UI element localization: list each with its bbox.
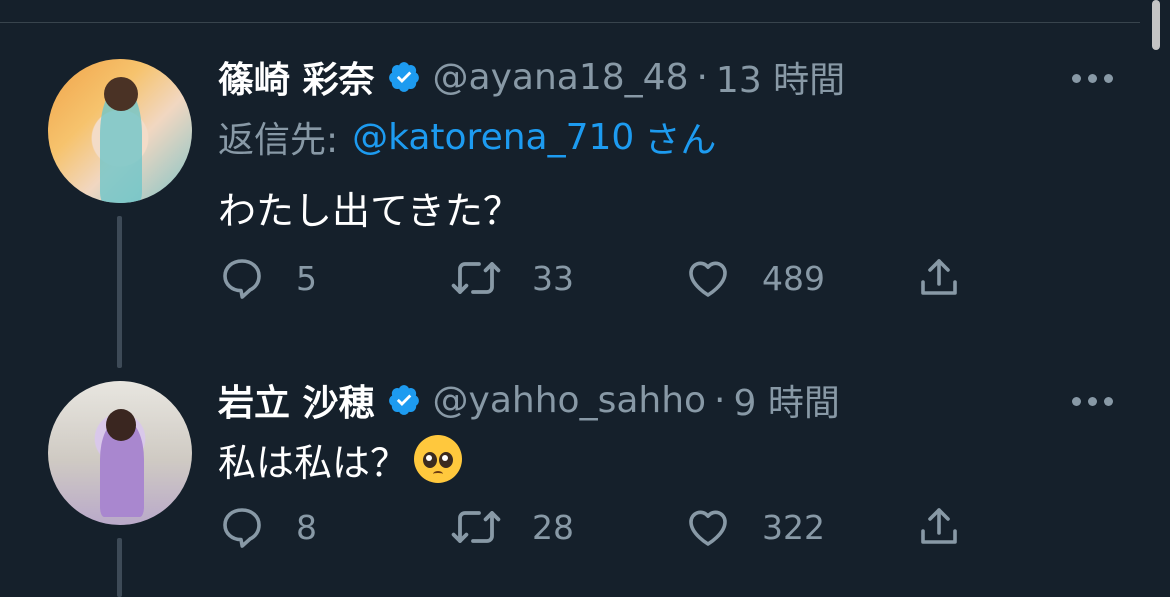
retweet-button[interactable]: 28 xyxy=(450,503,574,551)
thread-line xyxy=(117,538,122,597)
reply-button[interactable]: 5 xyxy=(218,254,317,302)
reply-button[interactable]: 8 xyxy=(218,503,317,551)
retweet-count: 33 xyxy=(532,258,574,298)
reply-icon xyxy=(223,508,261,548)
reply-mention-link[interactable]: @katorena_710 xyxy=(352,117,634,158)
like-count: 489 xyxy=(762,258,825,298)
timestamp[interactable]: 13 時間 xyxy=(716,51,845,103)
reply-count: 5 xyxy=(296,258,317,298)
avatar-ayana[interactable] xyxy=(48,59,192,203)
verified-badge-icon xyxy=(387,383,421,417)
tweet-text: わたし出てきた？ xyxy=(218,188,521,233)
like-count: 322 xyxy=(762,507,825,547)
like-icon xyxy=(689,261,727,297)
divider-top xyxy=(0,22,1140,23)
like-button[interactable]: 322 xyxy=(684,503,825,551)
retweet-icon xyxy=(451,511,501,543)
more-icon[interactable] xyxy=(1072,74,1113,83)
thread-line xyxy=(117,216,122,368)
display-name[interactable]: 篠崎 彩奈 xyxy=(218,51,375,103)
separator-dot: · xyxy=(714,379,726,421)
tweet-text: 私は私は？ xyxy=(218,440,409,485)
separator-dot: · xyxy=(696,56,708,98)
like-button[interactable]: 489 xyxy=(684,254,825,302)
retweet-button[interactable]: 33 xyxy=(450,254,574,302)
more-icon[interactable] xyxy=(1072,397,1113,406)
share-button[interactable] xyxy=(915,254,963,302)
share-button[interactable] xyxy=(915,503,963,551)
retweet-count: 28 xyxy=(532,507,574,547)
reply-mention-suffix[interactable]: さん xyxy=(644,111,716,163)
avatar-sahho[interactable] xyxy=(48,381,192,525)
pleading-face-emoji xyxy=(414,435,463,483)
reply-count: 8 xyxy=(296,507,317,547)
verified-badge-icon xyxy=(387,60,421,94)
handle[interactable]: @yahho_sahho xyxy=(433,380,707,421)
handle[interactable]: @ayana18_48 xyxy=(433,57,689,98)
reply-icon xyxy=(223,259,261,299)
share-icon xyxy=(921,508,957,544)
share-icon xyxy=(921,259,957,295)
retweet-icon xyxy=(451,262,501,294)
scrollbar[interactable] xyxy=(1152,0,1160,50)
reply-to-label: 返信先: xyxy=(218,120,339,161)
like-icon xyxy=(689,510,727,546)
timestamp[interactable]: 9 時間 xyxy=(734,374,840,426)
display-name[interactable]: 岩立 沙穂 xyxy=(218,374,375,426)
